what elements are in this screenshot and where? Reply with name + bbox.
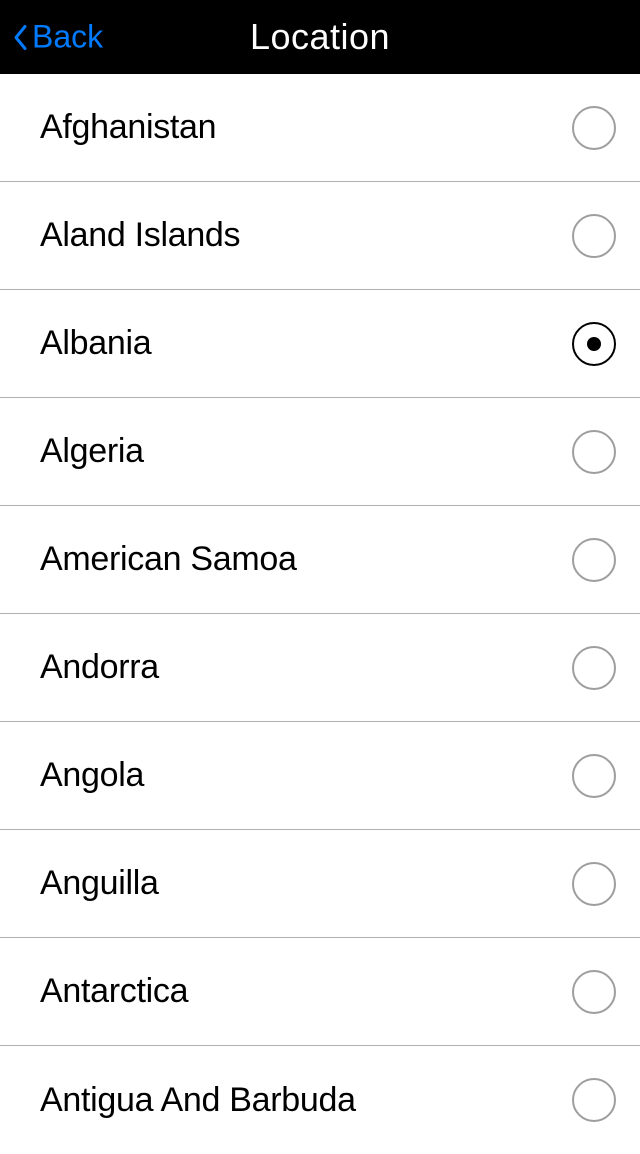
list-item[interactable]: Albania (0, 290, 640, 398)
location-label: Antarctica (40, 972, 188, 1011)
location-label: American Samoa (40, 540, 297, 579)
list-item[interactable]: Angola (0, 722, 640, 830)
page-title: Location (250, 16, 390, 58)
list-item[interactable]: Anguilla (0, 830, 640, 938)
list-item[interactable]: Aland Islands (0, 182, 640, 290)
radio-icon[interactable] (572, 214, 616, 258)
radio-icon[interactable] (572, 754, 616, 798)
radio-icon[interactable] (572, 862, 616, 906)
location-label: Antigua And Barbuda (40, 1081, 356, 1120)
location-label: Anguilla (40, 864, 159, 903)
radio-icon[interactable] (572, 322, 616, 366)
location-label: Aland Islands (40, 216, 240, 255)
list-item[interactable]: Afghanistan (0, 74, 640, 182)
header-bar: Back Location (0, 0, 640, 74)
chevron-left-icon (12, 23, 28, 51)
radio-icon[interactable] (572, 646, 616, 690)
list-item[interactable]: Algeria (0, 398, 640, 506)
radio-icon[interactable] (572, 430, 616, 474)
radio-icon[interactable] (572, 970, 616, 1014)
list-item[interactable]: Antarctica (0, 938, 640, 1046)
list-item[interactable]: Andorra (0, 614, 640, 722)
location-label: Afghanistan (40, 108, 216, 147)
location-list: Afghanistan Aland Islands Albania Algeria Am… (0, 74, 640, 1154)
radio-icon[interactable] (572, 1078, 616, 1122)
radio-dot-icon (587, 337, 601, 351)
location-label: Andorra (40, 648, 159, 687)
radio-icon[interactable] (572, 538, 616, 582)
location-label: Algeria (40, 432, 144, 471)
location-label: Angola (40, 756, 144, 795)
radio-icon[interactable] (572, 106, 616, 150)
list-item[interactable]: American Samoa (0, 506, 640, 614)
back-button[interactable]: Back (12, 19, 103, 56)
back-button-label: Back (32, 19, 103, 56)
location-label: Albania (40, 324, 151, 363)
list-item[interactable]: Antigua And Barbuda (0, 1046, 640, 1154)
